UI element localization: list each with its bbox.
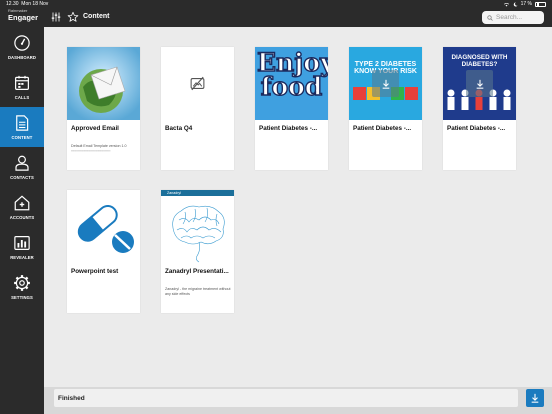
card-title: Approved Email: [71, 125, 119, 132]
card-title: Patient Diabetes -...: [259, 125, 318, 132]
email-globe-icon: [67, 47, 140, 120]
status-right: 17 %: [503, 1, 546, 7]
download-overlay[interactable]: [372, 70, 399, 97]
battery-percent: 17 %: [520, 1, 532, 7]
content-card-approved-email[interactable]: Approved Email Default Email Template ve…: [67, 47, 140, 170]
bars-icon: [14, 236, 30, 250]
sidebar-item-label: DASHBOARD: [7, 55, 37, 60]
sidebar-item-contacts[interactable]: CONTACTS: [0, 147, 44, 187]
card-thumbnail: [161, 47, 234, 120]
battery-icon: [535, 1, 546, 7]
footer-bar: Finished: [44, 387, 552, 414]
date: Mon 18 Nov: [21, 1, 49, 7]
card-thumbnail: DIAGNOSED WITH DIABETES?: [443, 47, 516, 120]
sidebar: DASHBOARD CALLS CONTENT CONTACTS ACCOUNT…: [0, 27, 44, 414]
download-icon: [382, 79, 389, 89]
building-icon: [14, 195, 30, 211]
sidebar-item-label: CALLS: [14, 95, 30, 100]
card-title: Patient Diabetes -...: [353, 125, 412, 132]
download-button[interactable]: [526, 389, 544, 407]
sidebar-item-label: REVEALER: [10, 255, 34, 260]
sidebar-item-label: SETTINGS: [11, 295, 33, 300]
moon-icon: [513, 1, 518, 6]
risk-tile-red-2: [405, 87, 418, 100]
content-card-bacta-q4[interactable]: Bacta Q4: [161, 47, 234, 170]
sidebar-item-revealer[interactable]: REVEALER: [0, 227, 44, 267]
thumbnail-text: DIAGNOSED WITH DIABETES?: [451, 54, 508, 68]
content-card-powerpoint-test[interactable]: Powerpoint test: [67, 190, 140, 313]
content-card-patient-diabetes-2[interactable]: TYPE 2 DIABETES KNOW YOUR RISK Patient D…: [349, 47, 422, 170]
content-grid: Approved Email Default Email Template ve…: [44, 27, 552, 387]
sidebar-item-label: CONTENT: [11, 135, 33, 140]
star-icon[interactable]: [67, 11, 79, 23]
status-clock: 12.30 Mon 18 Nov: [6, 1, 48, 7]
page-title: Content: [83, 13, 110, 20]
search-icon: [487, 14, 493, 21]
sync-status-field: Finished: [54, 389, 518, 407]
content-card-patient-diabetes-3[interactable]: DIAGNOSED WITH DIABETES? Patient Diabete…: [443, 47, 516, 170]
calendar-icon: [15, 75, 29, 90]
gear-icon: [14, 275, 30, 291]
card-title: Patient Diabetes -...: [447, 125, 506, 132]
filter-sliders-icon[interactable]: [50, 11, 62, 23]
sidebar-item-calls[interactable]: CALLS: [0, 67, 44, 107]
document-icon: [16, 115, 29, 131]
person-icon: [15, 155, 29, 171]
content-card-patient-diabetes-1[interactable]: Enjoy food Patient Diabetes -...: [255, 47, 328, 170]
card-description: Zanadryl - the migraine treatment withou…: [165, 287, 231, 296]
pills-icon: [77, 205, 134, 253]
sidebar-item-settings[interactable]: SETTINGS: [0, 267, 44, 307]
brand-name: Engager: [8, 13, 39, 22]
brain-icon: [172, 205, 225, 263]
gauge-icon: [14, 35, 30, 51]
risk-tile-red: [353, 87, 366, 100]
card-subtext: """"""""""""""""""""""""""""""""""""""""…: [71, 150, 111, 154]
wifi-icon: [503, 2, 509, 6]
sidebar-item-label: ACCOUNTS: [9, 215, 35, 220]
card-description: Default Email Template version 1.0: [71, 144, 127, 148]
no-preview-icon: [190, 76, 205, 91]
thumbnail-text: Enjoy food: [256, 48, 328, 101]
card-thumbnail: TYPE 2 DIABETES KNOW YOUR RISK: [349, 47, 422, 120]
search-input[interactable]: [496, 14, 540, 21]
search-box[interactable]: [482, 11, 544, 24]
download-icon: [531, 393, 539, 403]
download-overlay[interactable]: [466, 70, 493, 97]
sidebar-item-label: CONTACTS: [10, 175, 34, 180]
app-logo: Rainmaker Engager: [8, 9, 38, 22]
card-thumbnail: Zanadryl: [161, 190, 234, 263]
status-bar: 12.30 Mon 18 Nov 17 %: [0, 0, 552, 8]
card-title: Bacta Q4: [165, 125, 193, 132]
card-thumbnail: [67, 47, 140, 120]
time: 12.30: [6, 1, 19, 7]
thumbnail-brand: Zanadryl: [161, 190, 234, 196]
sidebar-item-accounts[interactable]: ACCOUNTS: [0, 187, 44, 227]
card-title: Zanadryl Presentati...: [165, 268, 229, 275]
download-icon: [476, 79, 483, 89]
sidebar-item-content[interactable]: CONTENT: [0, 107, 44, 147]
card-thumbnail: Enjoy food: [255, 47, 328, 120]
top-bar: Rainmaker Engager Content: [0, 8, 552, 27]
card-title: Powerpoint test: [71, 268, 119, 275]
sidebar-item-dashboard[interactable]: DASHBOARD: [0, 27, 44, 67]
card-thumbnail: [67, 190, 140, 263]
content-card-zanadryl[interactable]: Zanadryl Zanadryl Presentati... Zanadryl…: [161, 190, 234, 313]
